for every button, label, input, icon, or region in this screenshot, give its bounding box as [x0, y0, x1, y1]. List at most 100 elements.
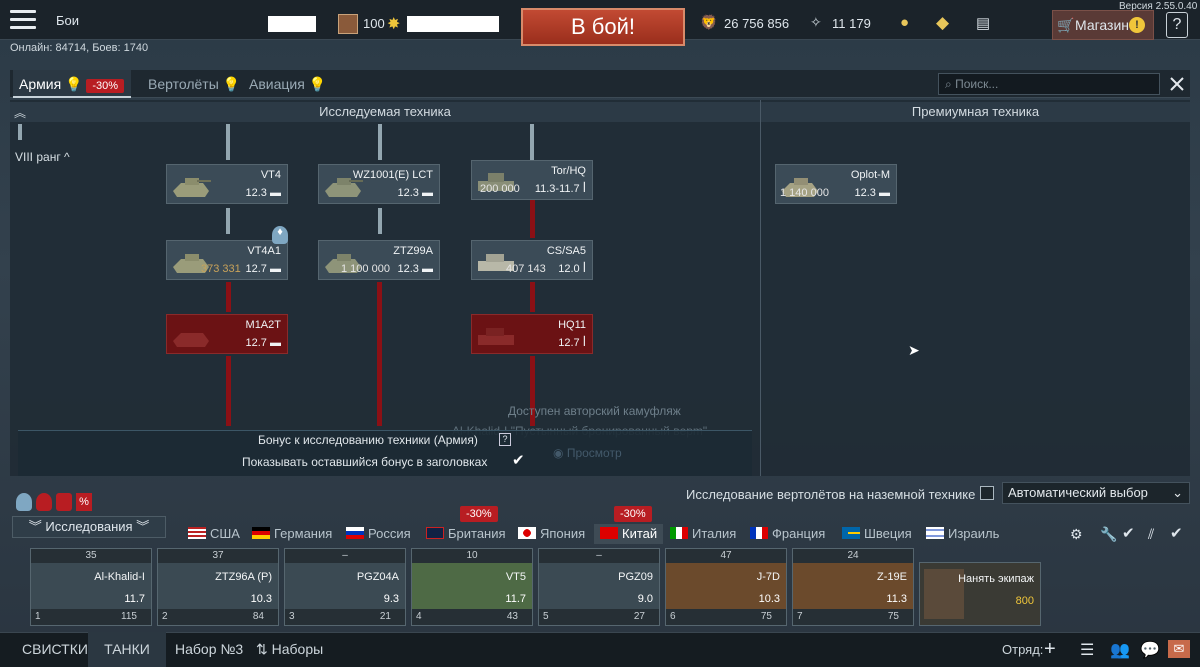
crew-slot[interactable]: 35 Al-Khalid-I 11.7 1 115: [30, 548, 152, 626]
tab-tanks[interactable]: ТАНКИ: [88, 632, 166, 667]
tree-arrow: [378, 208, 382, 234]
nation-china[interactable]: Китай: [594, 524, 664, 544]
slot-vehicle-name: VT5: [505, 571, 526, 583]
crew-slot[interactable]: 10 VT5 11.7 4 43: [411, 548, 533, 626]
tab-helicopters[interactable]: Вертолёты 💡: [148, 70, 240, 98]
tree-arrow: [226, 208, 230, 234]
view-camo-button[interactable]: ◉ Просмотр: [553, 446, 622, 460]
help-button[interactable]: ?: [1166, 12, 1188, 38]
rank-label[interactable]: VIII ранг ^: [15, 150, 70, 164]
check-icon[interactable]: ✔: [1170, 524, 1183, 542]
vehicle-card-ztz99a[interactable]: ZTZ99A 1 100 000 12.3 ▬: [318, 240, 440, 280]
hire-crew-slot[interactable]: Нанять экипаж 800: [919, 562, 1041, 626]
br-value: 12.7: [245, 263, 267, 275]
friends-icon[interactable]: 👥: [1110, 640, 1130, 660]
check-icon[interactable]: ✔: [1122, 524, 1135, 542]
vehicle-card-cs-sa5[interactable]: CS/SA5 407 143 12.0 ꟾ: [471, 240, 593, 280]
nation-russia[interactable]: Россия: [346, 526, 411, 541]
menu-icon[interactable]: [10, 10, 36, 30]
ammo-icon[interactable]: ⫽: [1148, 526, 1154, 543]
nation-label: Британия: [448, 526, 506, 541]
shop-button[interactable]: 🛒 Магазин !: [1052, 10, 1154, 40]
br-value: 12.7: [245, 337, 267, 349]
nation-italy[interactable]: Италия: [670, 526, 736, 541]
nation-label: Япония: [540, 526, 586, 541]
slot-vehicle-name: Z-19E: [877, 571, 907, 583]
search-input[interactable]: ⌕ Поиск...: [938, 73, 1160, 95]
crew-slot[interactable]: – PGZ04A 9.3 3 21: [284, 548, 406, 626]
research-points: 11 179: [832, 16, 871, 31]
slot-footer: 6 75: [666, 609, 786, 625]
squad-label: Отряд:: [1002, 642, 1044, 657]
alert-icon: !: [1129, 17, 1145, 33]
crew-slot[interactable]: – PGZ09 9.0 5 27: [538, 548, 660, 626]
vehicle-card-vt4a1[interactable]: VT4A1 373 331 12.7 ▬: [166, 240, 288, 280]
wrench-icon[interactable]: 🔧: [1100, 526, 1117, 543]
chat-icon[interactable]: 💬: [1140, 640, 1160, 660]
vehicle-name: Tor/HQ: [551, 165, 586, 177]
version-label: Версия 2.55.0.40: [1119, 1, 1198, 12]
list-icon[interactable]: ☰: [1080, 640, 1094, 660]
tree-arrow: [226, 124, 230, 160]
tab-whistles[interactable]: СВИСТКИ: [22, 632, 88, 667]
discount-badge: -30%: [86, 79, 125, 93]
crew-slot[interactable]: 37 ZTZ96A (P) 10.3 2 84: [157, 548, 279, 626]
presets-button[interactable]: ⇅ Наборы: [256, 632, 323, 667]
tab-aviation[interactable]: Авиация 💡: [249, 70, 326, 98]
nation-japan[interactable]: Япония: [518, 526, 585, 541]
discount-badge: -30%: [614, 506, 652, 522]
avatar[interactable]: [338, 14, 358, 34]
vehicle-card-m1a2t[interactable]: M1A2T 12.7 ▬: [166, 314, 288, 354]
battle-rating: 12.0 ꟾ: [558, 263, 586, 275]
preset-selector[interactable]: Набор №3: [175, 632, 243, 667]
arrow-down: [18, 124, 22, 140]
br-value: 12.3: [397, 187, 419, 199]
gear-icon[interactable]: ⚙: [1070, 526, 1083, 543]
nation-israel[interactable]: Израиль: [926, 526, 999, 541]
nation-usa[interactable]: США: [188, 526, 240, 541]
nation-sweden[interactable]: Швеция: [842, 526, 912, 541]
researchable-heading: Исследуемая техника: [10, 102, 760, 122]
slot-rp: 43: [506, 611, 518, 622]
hire-crew-cost: 800: [1015, 595, 1034, 607]
crew-slot[interactable]: 47 J-7D 10.3 6 75: [665, 548, 787, 626]
nation-germany[interactable]: Германия: [252, 526, 332, 541]
slot-crew-number: 3: [289, 611, 295, 622]
flag-icon: [346, 527, 364, 539]
add-squad-icon[interactable]: +: [1044, 638, 1056, 661]
help-icon[interactable]: ?: [499, 433, 511, 446]
vehicle-card-wz1001[interactable]: WZ1001(E) LCT 12.3 ▬: [318, 164, 440, 204]
vehicle-card-hq11[interactable]: HQ11 12.7 ꟾ: [471, 314, 593, 354]
show-bonus-checkbox[interactable]: ✔: [512, 451, 525, 469]
nation-label: Германия: [274, 526, 333, 541]
silver-lions-icon: 🦁: [700, 14, 718, 30]
slot-skill: 24: [793, 549, 913, 563]
battle-button[interactable]: В бой!: [521, 8, 685, 46]
nation-france[interactable]: Франция: [750, 526, 825, 541]
vehicle-card-vt4[interactable]: VT4 12.3 ▬: [166, 164, 288, 204]
bonus-text: Бонус к исследованию техники (Армия): [258, 433, 478, 447]
vehicle-card-tor-hq[interactable]: Tor/HQ 200 000 11.3-11.7 ꟾ: [471, 160, 593, 200]
tab-army[interactable]: Армия 💡 -30%: [13, 70, 131, 98]
discount-badge: -30%: [460, 506, 498, 522]
nation-britain[interactable]: Британия: [426, 526, 506, 541]
redacted-clan: [407, 16, 499, 32]
slot-rp: 115: [121, 611, 137, 622]
vehicle-price: 1 100 000: [341, 263, 390, 275]
vehicle-price: 200 000: [480, 183, 520, 195]
close-icon[interactable]: [1166, 73, 1188, 95]
slot-footer: 5 27: [539, 609, 659, 625]
golden-eagle-icon[interactable]: ◆: [936, 13, 949, 33]
star-icon: ✸: [387, 16, 401, 33]
crew-slot[interactable]: 24 Z-19E 11.3 7 75: [792, 548, 914, 626]
bulb-icon[interactable]: ●: [900, 14, 909, 31]
game-mode[interactable]: Бои: [56, 13, 79, 28]
slot-skill: –: [539, 549, 659, 563]
coupon-icon[interactable]: ▤: [976, 14, 990, 32]
battle-rating: 12.3 ▬: [245, 187, 281, 199]
vehicle-card-oplot-m[interactable]: Oplot-M 1 140 000 12.3 ▬: [775, 164, 897, 204]
mail-icon[interactable]: ✉: [1168, 640, 1190, 658]
show-bonus-label: Показывать оставшийся бонус в заголовках: [242, 455, 488, 469]
collapse-up-icon[interactable]: ︽: [14, 104, 26, 121]
slot-rp: 84: [252, 611, 264, 622]
